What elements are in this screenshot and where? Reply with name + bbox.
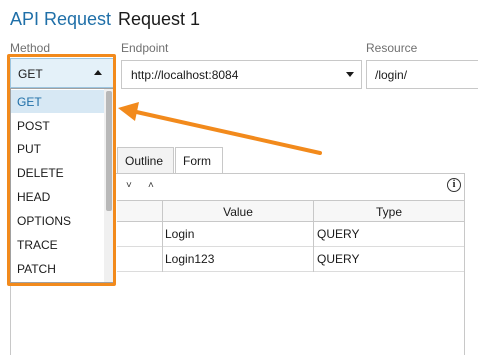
annotation-arrow	[118, 102, 322, 155]
